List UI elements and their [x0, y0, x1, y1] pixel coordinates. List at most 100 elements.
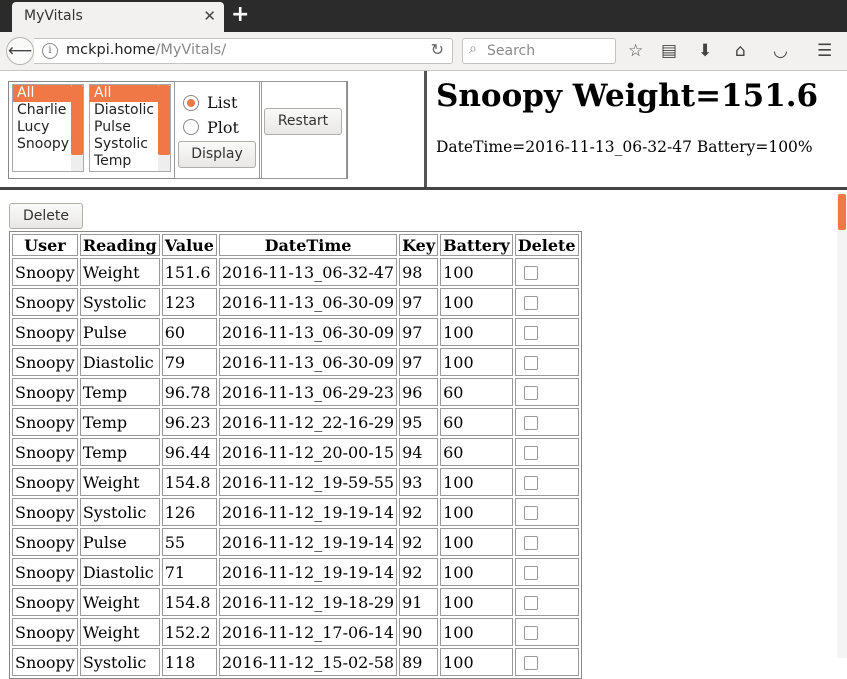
cell-reading: Pulse: [79, 318, 160, 346]
new-tab-icon[interactable]: +: [231, 2, 249, 27]
delete-checkbox[interactable]: [523, 566, 538, 580]
cell-battery: 100: [440, 558, 513, 586]
cell-datetime: 2016-11-12_19-59-55: [218, 468, 398, 496]
cell-datetime: 2016-11-12_19-19-14: [218, 498, 398, 526]
column-header: Battery: [440, 234, 513, 256]
plot-radio[interactable]: [183, 119, 199, 135]
cell-battery: 100: [440, 318, 513, 346]
list-radio[interactable]: [183, 95, 199, 111]
reload-icon[interactable]: ↻: [431, 40, 444, 59]
home-icon[interactable]: ⌂: [735, 41, 746, 61]
close-tab-icon[interactable]: ✕: [203, 7, 216, 25]
user-list-scrollbar[interactable]: [71, 85, 83, 171]
reading-cell: All Diastolic Pulse Systolic Temp: [87, 81, 171, 177]
tab-strip: MyVitals ✕ +: [0, 0, 847, 32]
delete-button[interactable]: Delete: [9, 203, 83, 229]
info-icon[interactable]: i: [42, 43, 58, 59]
reading-select[interactable]: All Diastolic Pulse Systolic Temp: [89, 84, 171, 172]
delete-checkbox[interactable]: [523, 536, 538, 550]
page-scrollbar-thumb[interactable]: [838, 194, 846, 230]
cell-user: Snoopy: [12, 348, 78, 376]
cell-datetime: 2016-11-12_22-16-29: [218, 408, 398, 436]
cell-value: 126: [161, 498, 217, 526]
cell-datetime: 2016-11-13_06-30-09: [218, 348, 398, 376]
reading-list-scrollbar[interactable]: [158, 85, 170, 171]
table-row: Snoopy Weight 151.6 2016-11-13_06-32-47 98 10…: [12, 258, 579, 286]
column-header: Value: [161, 234, 217, 256]
readings-table: User Reading Value DateTime Key Battery Delete…: [9, 231, 582, 679]
cell-battery: 100: [440, 498, 513, 526]
delete-checkbox[interactable]: [523, 506, 538, 520]
search-input[interactable]: ⌕ Search: [462, 38, 616, 64]
pocket-icon[interactable]: ◡: [773, 41, 788, 61]
page-scrollbar[interactable]: [837, 192, 847, 658]
delete-checkbox[interactable]: [523, 626, 538, 640]
cell-battery: 100: [440, 468, 513, 496]
delete-checkbox[interactable]: [523, 386, 538, 400]
cell-reading: Pulse: [79, 528, 160, 556]
restart-button[interactable]: Restart: [264, 108, 342, 135]
display-button[interactable]: Display: [178, 141, 256, 168]
restart-cell: Restart: [261, 81, 347, 179]
cell-reading: Diastolic: [79, 558, 160, 586]
cell-key: 96: [399, 378, 439, 406]
delete-checkbox[interactable]: [523, 446, 538, 460]
back-arrow-icon[interactable]: ⟵: [6, 37, 34, 65]
frame-divider-horizontal[interactable]: [0, 187, 847, 190]
frame-divider-vertical[interactable]: [424, 71, 427, 187]
table-row: Snoopy Systolic 126 2016-11-12_19-19-14 92 10…: [12, 498, 579, 526]
delete-checkbox[interactable]: [523, 326, 538, 340]
delete-checkbox[interactable]: [523, 266, 538, 280]
delete-checkbox[interactable]: [523, 656, 538, 670]
cell-battery: 60: [440, 378, 513, 406]
delete-checkbox[interactable]: [523, 476, 538, 490]
table-body: Snoopy Weight 151.6 2016-11-13_06-32-47 98 10…: [12, 258, 579, 676]
cell-delete: [514, 408, 579, 436]
cell-value: 71: [161, 558, 217, 586]
url-path: /MyVitals/: [155, 42, 227, 58]
user-cell: All Charlie Lucy Snoopy: [10, 81, 84, 177]
cell-user: Snoopy: [12, 258, 78, 286]
column-header: Key: [399, 234, 439, 256]
cell-value: 152.2: [161, 618, 217, 646]
cell-datetime: 2016-11-13_06-29-23: [218, 378, 398, 406]
cell-reading: Systolic: [79, 648, 160, 676]
cell-key: 97: [399, 318, 439, 346]
cell-delete: [514, 498, 579, 526]
browser-tab[interactable]: MyVitals ✕: [12, 2, 224, 32]
cell-delete: [514, 378, 579, 406]
cell-key: 92: [399, 558, 439, 586]
search-placeholder: Search: [487, 43, 536, 59]
cell-user: Snoopy: [12, 648, 78, 676]
table-row: Snoopy Weight 154.8 2016-11-12_19-59-55 93 10…: [12, 468, 579, 496]
delete-checkbox[interactable]: [523, 296, 538, 310]
url-bar[interactable]: i mckpi.home/MyVitals/ ↻: [34, 38, 453, 64]
search-icon: ⌕: [469, 41, 477, 57]
cell-user: Snoopy: [12, 438, 78, 466]
cell-value: 79: [161, 348, 217, 376]
cell-key: 92: [399, 528, 439, 556]
reading-list-icon[interactable]: ▤: [661, 41, 677, 61]
user-select[interactable]: All Charlie Lucy Snoopy: [12, 84, 84, 172]
bookmark-star-icon[interactable]: ☆: [628, 41, 643, 61]
cell-delete: [514, 528, 579, 556]
cell-datetime: 2016-11-12_19-19-14: [218, 528, 398, 556]
cell-reading: Weight: [79, 468, 160, 496]
cell-key: 89: [399, 648, 439, 676]
cell-reading: Temp: [79, 408, 160, 436]
cell-datetime: 2016-11-13_06-30-09: [218, 288, 398, 316]
table-row: Snoopy Systolic 118 2016-11-12_15-02-58 89 10…: [12, 648, 579, 676]
delete-checkbox[interactable]: [523, 416, 538, 430]
cell-datetime: 2016-11-13_06-32-47: [218, 258, 398, 286]
delete-checkbox[interactable]: [523, 356, 538, 370]
menu-icon[interactable]: ☰: [817, 41, 832, 61]
download-icon[interactable]: ⬇: [698, 41, 712, 61]
delete-checkbox[interactable]: [523, 596, 538, 610]
cell-reading: Temp: [79, 438, 160, 466]
cell-delete: [514, 618, 579, 646]
cell-reading: Systolic: [79, 288, 160, 316]
cell-user: Snoopy: [12, 498, 78, 526]
cell-value: 96.23: [161, 408, 217, 436]
list-radio-label: List: [207, 93, 238, 112]
cell-key: 92: [399, 498, 439, 526]
